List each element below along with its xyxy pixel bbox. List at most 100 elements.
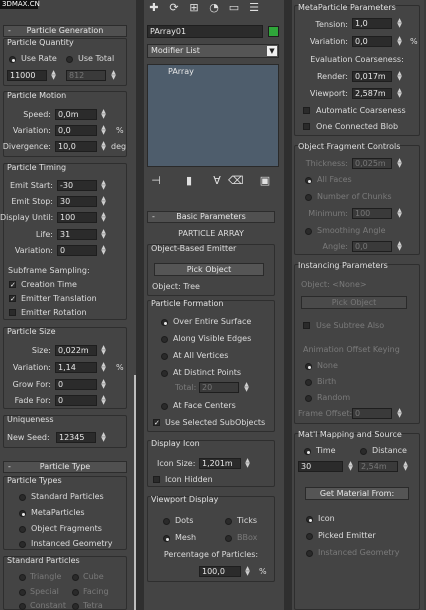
spinner-icon[interactable]: ▲ ▼ xyxy=(244,566,251,577)
spinner-icon[interactable]: ▲ ▼ xyxy=(243,382,250,393)
thickness-field[interactable]: 0,025m xyxy=(352,158,392,169)
configure-sets-icon[interactable]: ▣ xyxy=(258,174,272,188)
get-material-from-button[interactable]: Get Material From: xyxy=(305,487,409,500)
display-until-field[interactable]: 100 xyxy=(57,212,97,223)
tension-field[interactable]: 1,0 xyxy=(352,18,392,29)
create-tab-icon[interactable]: ✚ xyxy=(147,1,161,15)
emitter-rotation-checkbox[interactable] xyxy=(9,309,16,316)
automatic-coarseness-checkbox[interactable] xyxy=(303,107,310,114)
spinner-icon[interactable]: ▲ ▼ xyxy=(100,432,107,443)
basic-parameters-rollout[interactable]: - Basic Parameters xyxy=(147,211,275,223)
pin-stack-icon[interactable]: ⊣ xyxy=(149,174,163,188)
spinner-icon[interactable]: ▲ ▼ xyxy=(100,245,107,256)
number-of-chunks-radio[interactable] xyxy=(305,194,312,201)
spinner-icon[interactable]: ▲ ▼ xyxy=(244,458,251,469)
one-connected-blob-checkbox[interactable] xyxy=(303,123,310,130)
ticks-radio[interactable] xyxy=(225,518,232,525)
spinner-icon[interactable]: ▲ ▼ xyxy=(100,212,107,223)
use-subtree-checkbox[interactable] xyxy=(303,322,310,329)
spinner-icon[interactable]: ▲ ▼ xyxy=(100,229,107,240)
triangle-radio[interactable] xyxy=(19,574,26,581)
show-end-result-icon[interactable]: ▮ xyxy=(182,174,196,188)
spinner-icon[interactable]: ▲ ▼ xyxy=(100,196,107,207)
pick-object-button[interactable]: Pick Object xyxy=(154,263,264,276)
make-unique-icon[interactable]: ∀ xyxy=(210,174,224,188)
icon-radio[interactable] xyxy=(306,516,313,523)
picked-emitter-radio[interactable] xyxy=(306,533,313,540)
particle-generation-rollout[interactable]: - Particle Generation xyxy=(3,25,127,37)
spinner-icon[interactable]: ▲ ▼ xyxy=(396,158,403,169)
total-field[interactable]: 812 xyxy=(66,70,106,81)
utilities-tab-icon[interactable]: ☰ xyxy=(247,1,261,15)
along-visible-edges-radio[interactable] xyxy=(161,336,168,343)
cube-radio[interactable] xyxy=(72,574,79,581)
emit-stop-field[interactable]: 30 xyxy=(57,196,97,207)
motion-variation-field[interactable]: 0,0 xyxy=(55,125,97,136)
spinner-icon[interactable]: ▲ ▼ xyxy=(100,180,107,191)
instanced-geometry-source-radio[interactable] xyxy=(306,550,313,557)
divergence-field[interactable]: 10,0 xyxy=(55,141,97,152)
spinner-icon[interactable]: ▲ ▼ xyxy=(50,70,57,81)
time-radio[interactable] xyxy=(304,448,311,455)
modify-tab-icon[interactable]: ⟳ xyxy=(167,1,181,15)
size-variation-field[interactable]: 1,14 xyxy=(55,362,97,373)
object-name-field[interactable]: PArray01 xyxy=(147,25,263,38)
total-points-field[interactable]: 20 xyxy=(199,382,239,393)
emitter-translation-checkbox[interactable]: ✓ xyxy=(9,295,16,303)
instanced-geometry-radio[interactable] xyxy=(19,541,26,548)
percentage-field[interactable]: 100,0 xyxy=(199,566,241,577)
metaparticles-radio[interactable] xyxy=(19,510,26,517)
seed-field[interactable]: 12345 xyxy=(56,432,96,443)
birth-radio[interactable] xyxy=(305,379,312,386)
creation-time-checkbox[interactable]: ✓ xyxy=(9,281,16,289)
bbox-radio[interactable] xyxy=(225,535,232,542)
use-selected-subobjects-checkbox[interactable]: ✓ xyxy=(153,419,160,427)
spinner-icon[interactable]: ▲ ▼ xyxy=(396,408,403,419)
modifier-stack[interactable] xyxy=(147,64,279,167)
icon-hidden-checkbox[interactable] xyxy=(153,476,160,483)
spinner-icon[interactable]: ▲ ▼ xyxy=(396,71,403,82)
modifier-list-dropdown[interactable]: Modifier List ▼ xyxy=(147,44,279,58)
instancing-pick-object-button[interactable]: Pick Object xyxy=(301,296,407,309)
life-variation-field[interactable]: 0 xyxy=(57,245,97,256)
at-all-vertices-radio[interactable] xyxy=(161,353,168,360)
spinner-icon[interactable]: ▲ ▼ xyxy=(100,125,107,136)
spinner-icon[interactable]: ▲ ▼ xyxy=(347,461,354,472)
tension-variation-field[interactable]: 0,0 xyxy=(352,36,392,47)
spinner-icon[interactable]: ▲ ▼ xyxy=(396,88,403,99)
object-fragments-radio[interactable] xyxy=(19,526,26,533)
object-color-swatch[interactable] xyxy=(268,26,279,37)
spinner-icon[interactable]: ▲ ▼ xyxy=(402,461,409,472)
life-field[interactable]: 31 xyxy=(57,229,97,240)
random-radio[interactable] xyxy=(305,395,312,402)
frame-offset-field[interactable]: 0 xyxy=(352,408,392,419)
at-face-centers-radio[interactable] xyxy=(161,403,168,410)
facing-radio[interactable] xyxy=(72,589,79,596)
all-faces-radio[interactable] xyxy=(305,177,312,184)
display-tab-icon[interactable]: ▭ xyxy=(227,1,241,15)
grow-for-field[interactable]: 0 xyxy=(55,379,97,390)
spinner-icon[interactable]: ▲ ▼ xyxy=(396,18,403,29)
distance-field[interactable]: 2,54m xyxy=(358,461,398,472)
icon-size-field[interactable]: 1,201m xyxy=(199,458,241,469)
at-distinct-points-radio[interactable] xyxy=(161,370,168,377)
spinner-icon[interactable]: ▲ ▼ xyxy=(110,70,117,81)
constant-radio[interactable] xyxy=(19,603,26,610)
render-coarseness-field[interactable]: 0,017m xyxy=(352,71,392,82)
spinner-icon[interactable]: ▲ ▼ xyxy=(396,208,403,219)
viewport-coarseness-field[interactable]: 2,587m xyxy=(352,88,392,99)
smoothing-angle-radio[interactable] xyxy=(305,228,312,235)
remove-modifier-icon[interactable]: ⌫ xyxy=(228,174,244,188)
none-radio[interactable] xyxy=(305,363,312,370)
angle-field[interactable]: 0,0 xyxy=(352,241,392,252)
motion-tab-icon[interactable]: ◔ xyxy=(207,1,221,15)
minimum-field[interactable]: 100 xyxy=(352,208,392,219)
spinner-icon[interactable]: ▲ ▼ xyxy=(100,109,107,120)
size-field[interactable]: 0,022m xyxy=(55,345,97,356)
tetra-radio[interactable] xyxy=(72,603,79,610)
distance-radio[interactable] xyxy=(360,448,367,455)
emit-start-field[interactable]: -30 xyxy=(57,180,97,191)
fade-for-field[interactable]: 0 xyxy=(55,395,97,406)
spinner-icon[interactable]: ▲ ▼ xyxy=(100,345,107,356)
rate-field[interactable]: 11000 xyxy=(7,70,47,81)
